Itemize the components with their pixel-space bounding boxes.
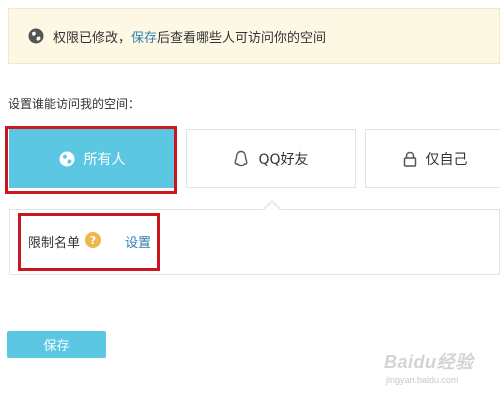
- notice-save-link[interactable]: 保存: [131, 31, 157, 46]
- qq-penguin-icon: [233, 150, 249, 167]
- notice-text: 权限已修改，保存后查看哪些人可访问你的空间: [53, 30, 327, 46]
- save-button[interactable]: 保存: [7, 331, 106, 358]
- option-qq-friends[interactable]: QQ好友: [186, 129, 356, 188]
- highlight-box-everyone: [5, 126, 177, 194]
- highlight-box-restriction: [18, 213, 160, 271]
- option-qq-label: QQ好友: [258, 151, 309, 168]
- option-only-me[interactable]: 仅自己: [365, 129, 500, 188]
- access-section-label: 设置谁能访问我的空间：: [8, 97, 141, 111]
- panel-pointer-fill: [263, 202, 281, 211]
- watermark-url: jingyan.baidu.com: [386, 375, 459, 385]
- baidu-watermark-logo: Baidu经验: [384, 352, 474, 372]
- lock-icon: [403, 151, 417, 167]
- option-only-me-label: 仅自己: [425, 151, 468, 168]
- permission-notice: 权限已修改，保存后查看哪些人可访问你的空间: [8, 8, 500, 64]
- globe-icon: [28, 28, 44, 44]
